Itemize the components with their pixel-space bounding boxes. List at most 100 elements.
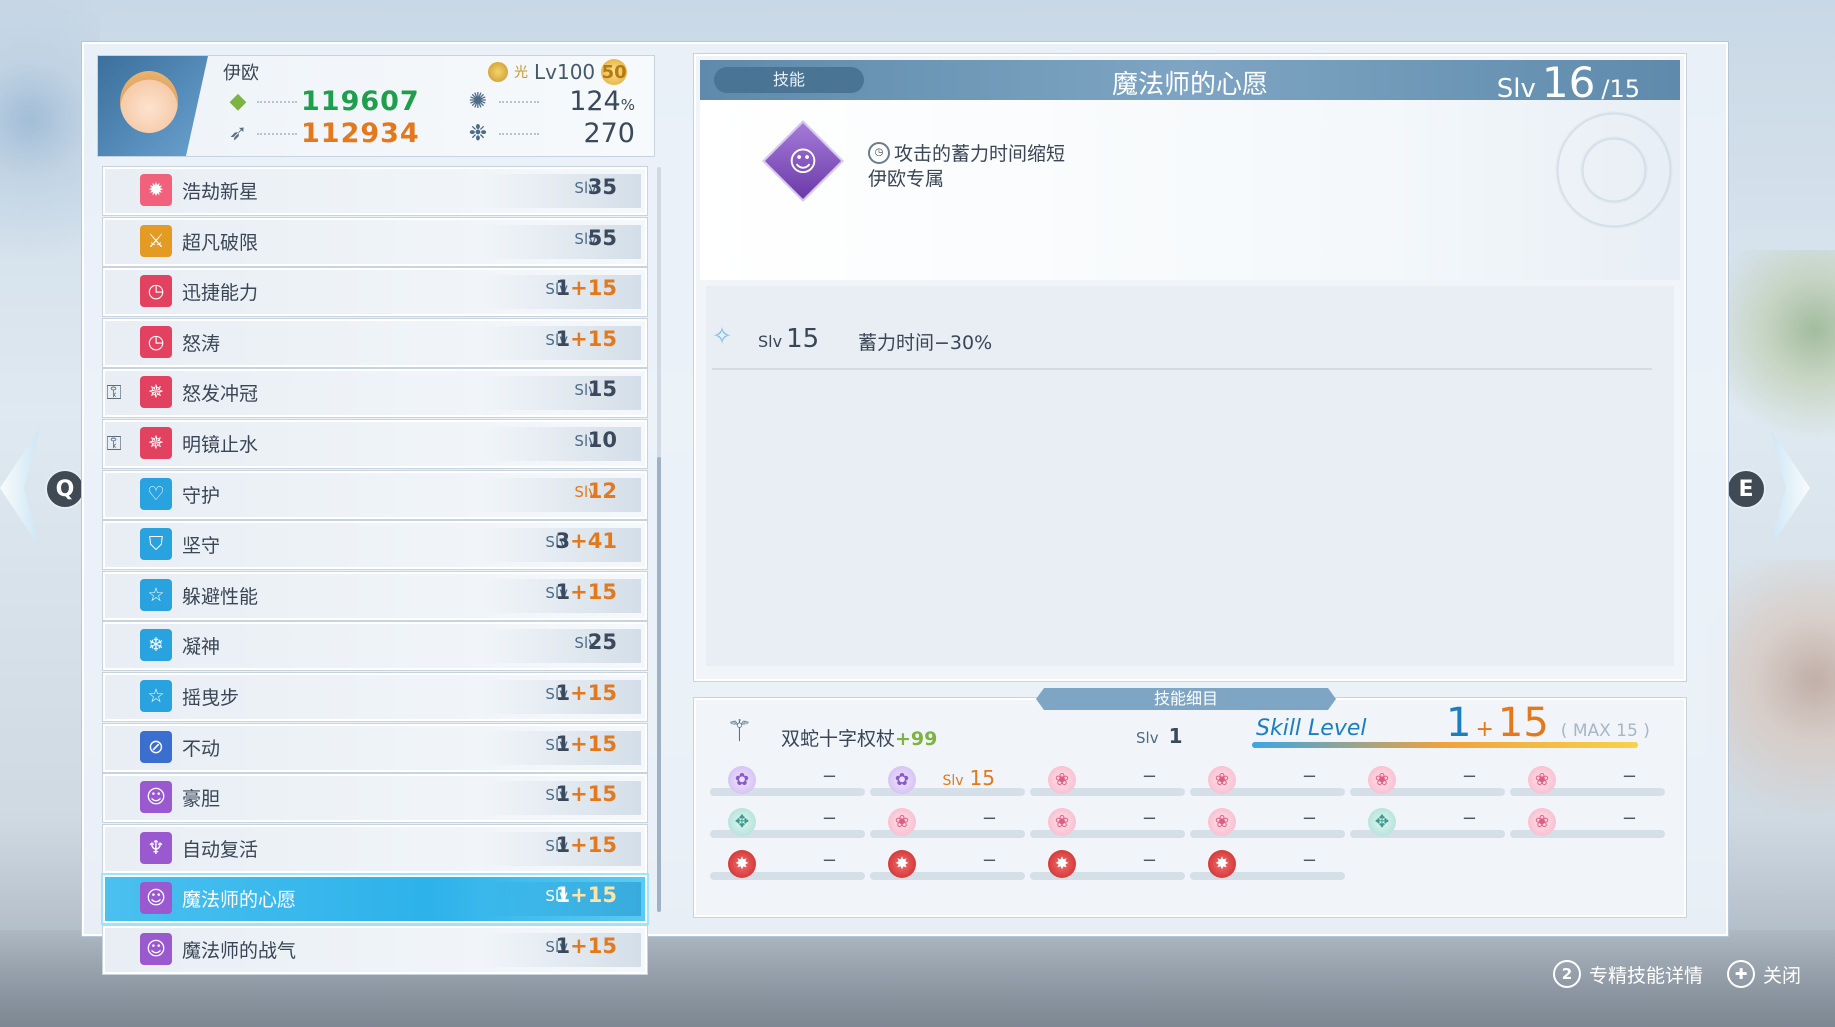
skill-row[interactable]: ☆ 摇曳步 Slv 1+15: [103, 672, 647, 721]
skill-row[interactable]: ♆ 自动复活 Slv 1+15: [103, 824, 647, 873]
next-key-e-button[interactable]: E: [1726, 469, 1766, 509]
ability-slot[interactable]: ❀ −: [1190, 804, 1345, 844]
rune-icon: ⊘: [140, 730, 172, 763]
ability-slot[interactable]: ✸ −: [1190, 846, 1345, 886]
pink-ability-icon: ❀: [1208, 808, 1236, 836]
level-area: 光 Lv100 50: [488, 59, 628, 85]
prompt-item[interactable]: ✚ 关闭: [1726, 960, 1801, 988]
clock-icon: ◷: [868, 141, 890, 164]
stat4-value: 270: [583, 118, 635, 149]
skill-row[interactable]: ⚔ 超凡破限 Slv 55: [103, 217, 647, 266]
stat3-value: 124%: [569, 86, 635, 117]
skill-name: 凝神: [182, 636, 221, 659]
teal-ability-icon: ✥: [728, 808, 756, 836]
atk-value: 112934: [301, 118, 420, 149]
slot-value: −: [1461, 808, 1477, 829]
slot-value: −: [981, 850, 997, 871]
slv-value: 12: [587, 478, 617, 503]
nova-icon: ✹: [140, 174, 172, 206]
character-level: Lv100: [534, 60, 596, 84]
red-ability-icon: ✸: [888, 850, 916, 878]
skill-name: 摇曳步: [182, 686, 240, 709]
ability-slot[interactable]: ✥ −: [710, 804, 865, 844]
detail-header: 技能 魔法师的心愿 Slv 16 /15: [700, 58, 1680, 107]
skill-name: 不动: [182, 737, 221, 760]
burst-icon: ✵: [140, 426, 172, 459]
clock-icon: ◷: [140, 325, 172, 358]
scrollbar-thumb[interactable]: [657, 457, 661, 912]
slot-value: −: [1141, 808, 1157, 829]
slot-value: Slv 15: [942, 766, 995, 790]
ability-slot[interactable]: ✿ Slv 15: [870, 762, 1025, 802]
ability-slot[interactable]: ❀ −: [1510, 804, 1665, 844]
bottom-prompts: 2 专精技能详情 ✚ 关闭: [1539, 960, 1801, 988]
angel-icon: ♆: [140, 831, 172, 864]
slv-value: 3+41: [555, 529, 617, 554]
skill-level-number: 1 + 15 ( MAX 15 ): [1446, 700, 1650, 746]
ability-slot[interactable]: ❀ −: [1350, 762, 1505, 802]
skill-row[interactable]: ◷ 怒涛 Slv 1+15: [103, 318, 647, 367]
staff-weapon-icon: ⚚: [726, 714, 753, 749]
skill-row[interactable]: ⚿ ✵ 明镜止水 Slv 10: [103, 419, 647, 468]
dots: [257, 100, 297, 103]
slv-background: [481, 477, 641, 512]
skill-row[interactable]: ☆ 躲避性能 Slv 1+15: [103, 571, 647, 620]
skill-name: 怒涛: [182, 332, 221, 355]
skill-name: 魔法师的战气: [182, 939, 297, 962]
prompt-item[interactable]: 2 专精技能详情: [1552, 960, 1703, 988]
character-portrait: [98, 56, 208, 156]
effect-row: ✧ Slv 15 蓄力时间−30%: [712, 308, 1652, 370]
slot-value: −: [821, 808, 837, 829]
slv-value: 1+15: [555, 326, 617, 351]
ability-slot[interactable]: ✸ −: [870, 846, 1025, 886]
skill-detail-panel: 技能 魔法师的心愿 Slv 16 /15 ☺ ◷ 攻击的蓄力时间缩短 伊欧专属 …: [694, 54, 1686, 681]
slv-background: [481, 426, 641, 461]
red-ability-icon: ✸: [1048, 850, 1076, 878]
ability-slot[interactable]: ❀ −: [1030, 804, 1185, 844]
character-header: 伊欧 光 Lv100 50 ◆ 119607 ✺ 124% ➶ 112934 ❉…: [97, 55, 655, 157]
slot-value: −: [1301, 808, 1317, 829]
slot-value: −: [1141, 766, 1157, 787]
red-ability-icon: ✸: [728, 850, 756, 878]
element-label: 光: [514, 65, 528, 81]
weapon-name: 双蛇十字权杖+99: [781, 728, 938, 750]
skill-row[interactable]: ⛉ 坚守 Slv 3+41: [103, 521, 647, 570]
pink-ability-icon: ❀: [1528, 766, 1556, 794]
ability-slot[interactable]: ❀ −: [870, 804, 1025, 844]
prev-key-q-button[interactable]: Q: [45, 469, 85, 509]
skill-list-scrollbar[interactable]: [657, 167, 661, 912]
ability-slot[interactable]: ❀ −: [1030, 762, 1185, 802]
skill-name: 迅捷能力: [182, 282, 259, 305]
skill-name: 明镜止水: [182, 433, 259, 456]
button-key-icon: ✚: [1726, 960, 1755, 988]
pink-ability-icon: ❀: [1208, 766, 1236, 794]
skill-row[interactable]: ✹ 浩劫新星 Slv 35: [103, 167, 647, 215]
skill-row[interactable]: ☺ 魔法师的战气 Slv 1+15: [103, 925, 647, 974]
skill-row[interactable]: ⊘ 不动 Slv 1+15: [103, 723, 647, 772]
slv-value: 1+15: [555, 731, 617, 756]
skill-row[interactable]: ☺ 魔法师的心愿 Slv 1+15: [103, 875, 647, 924]
skill-row[interactable]: ⚿ ✵ 怒发冲冠 Slv 15: [103, 369, 647, 418]
button-key-icon: 2: [1552, 960, 1581, 988]
pink-ability-icon: ❀: [1528, 808, 1556, 836]
crest-icon: ✺: [468, 89, 488, 114]
slv-value: 1+15: [555, 883, 617, 908]
slv-value: 1+15: [555, 276, 617, 301]
skill-row[interactable]: ❄ 凝神 Slv 25: [103, 622, 647, 671]
ability-slot[interactable]: ❀ −: [1190, 762, 1345, 802]
skill-row[interactable]: ◷ 迅捷能力 Slv 1+15: [103, 268, 647, 317]
wish-icon: ☺: [140, 932, 172, 965]
pink-ability-icon: ❀: [1048, 808, 1076, 836]
skill-row[interactable]: ♡ 守护 Slv 12: [103, 470, 647, 519]
ability-slot[interactable]: ✸ −: [710, 846, 865, 886]
face-icon: ☺: [140, 781, 172, 814]
ability-slot[interactable]: ✥ −: [1350, 804, 1505, 844]
skill-name: 守护: [182, 484, 221, 507]
dots: [499, 132, 539, 135]
slv-value: 1+15: [555, 933, 617, 958]
ability-slot[interactable]: ❀ −: [1510, 762, 1665, 802]
slv-value: 25: [587, 630, 617, 655]
ability-slot[interactable]: ✸ −: [1030, 846, 1185, 886]
ability-slot[interactable]: ✿ −: [710, 762, 865, 802]
skill-row[interactable]: ☺ 豪胆 Slv 1+15: [103, 774, 647, 823]
